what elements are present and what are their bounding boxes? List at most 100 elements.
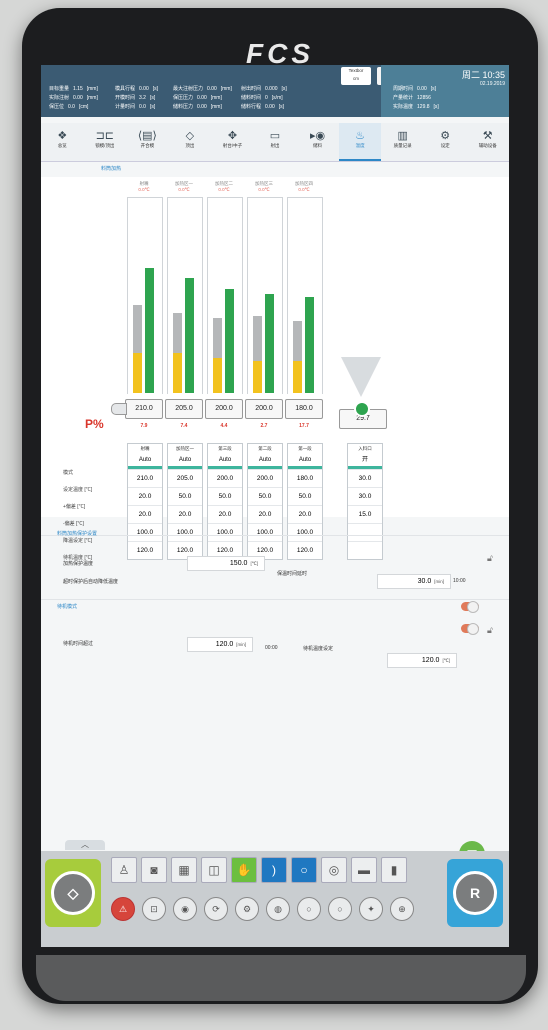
lock-icon[interactable]: 🔓︎ [487,553,493,564]
value-cell[interactable]: 20.0 [208,505,242,523]
mode-select[interactable]: Auto [168,454,202,469]
divider [41,599,509,600]
nav-item-2[interactable]: ⟨▤⟩ 开合模 [126,123,169,161]
control-button-3[interactable]: ⟳ [204,897,228,921]
barrel-segment[interactable]: 200.0 [245,399,283,419]
toolbar-button-7[interactable]: ◎ [321,857,347,883]
nav-item-4[interactable]: ✥ 射台/中子 [211,123,254,161]
toolbar-button-1[interactable]: ◙ [141,857,167,883]
control-button-1[interactable]: ⊡ [142,897,166,921]
nav-item-10[interactable]: ⚒ 辅助设备 [466,123,509,161]
toolbar-button-0[interactable]: ♙ [111,857,137,883]
value-cell[interactable]: 120.0 [128,541,162,559]
control-button-6[interactable]: ○ [297,897,321,921]
status-cell: 实际注射 0.00 [mm] [49,94,98,101]
value-cell[interactable]: 180.0 [288,469,322,487]
value-cell[interactable]: 205.0 [168,469,202,487]
standby-field[interactable]: 120.0 [min] [187,637,253,652]
barrel-segment[interactable]: 180.0 [285,399,323,419]
status-cell: 保压压力 0.00 [mm] [173,94,222,101]
value-cell[interactable]: 20.0 [128,505,162,523]
delay-field[interactable]: 30.0 [min] [377,574,451,589]
status-unit: [cm] [78,104,89,110]
standby-time: 00:00 [265,645,278,651]
value-cell[interactable]: 100.0 [168,523,202,541]
control-button-0[interactable]: ⚠ [111,897,135,921]
control-button-5[interactable]: ◍ [266,897,290,921]
barrel-segment[interactable]: 200.0 [205,399,243,419]
nav-icon: ▥ [397,130,408,142]
value-cell[interactable]: 20.0 [288,505,322,523]
control-button-2[interactable]: ◉ [173,897,197,921]
control-button-8[interactable]: ✦ [359,897,383,921]
value-cell[interactable]: 30.0 [348,487,382,505]
lock-icon[interactable]: 🔓︎ [487,625,493,636]
value-cell[interactable]: 50.0 [208,487,242,505]
control-button-4[interactable]: ⚙ [235,897,259,921]
barrel-segment[interactable]: 210.0 [125,399,163,419]
toolbar-button-8[interactable]: ▬ [351,857,377,883]
nav-item-1[interactable]: ⊐⊏ 锁模/顶出 [84,123,127,161]
nav-item-9[interactable]: ⚙ 设定 [424,123,467,161]
status-cell: 模具行程 0.00 [s] [115,85,158,92]
nav-item-8[interactable]: ▥ 质量记录 [381,123,424,161]
heating-panel: 射嘴 0.0℃ 210.0 7.9 加热区一 0.0℃ 205.0 7.4 加热区二 0.0℃ 20… [41,177,509,561]
value-cell[interactable] [348,541,382,559]
value-cell[interactable]: 100.0 [288,523,322,541]
value-cell[interactable]: 20.0 [248,505,282,523]
mode-select[interactable]: Auto [288,454,322,469]
value-cell[interactable]: 50.0 [168,487,202,505]
nav-item-6[interactable]: ▸◉ 储料 [296,123,339,161]
table-column: 第三段 Auto 200.0 50.0 20.0 100.0 120.0 [207,443,243,560]
clock-time: 周二 10:35 [461,70,505,80]
mode-select[interactable]: Auto [128,454,162,469]
nav-label: 射出 [270,143,280,148]
value-cell[interactable]: 100.0 [248,523,282,541]
nav-item-0[interactable]: ❖ 总览 [41,123,84,161]
nav-item-3[interactable]: ◇ 顶出 [169,123,212,161]
temp-bar-green [305,297,314,393]
temp-bar-yellow [253,361,262,393]
control-button-7[interactable]: ○ [328,897,352,921]
value-cell[interactable]: 100.0 [128,523,162,541]
user-badge[interactable]: Textbor cm [341,67,371,85]
max-temp-field[interactable]: 150.0 [℃] [187,556,265,571]
value-cell[interactable] [348,523,382,541]
mode-select[interactable]: 开 [348,454,382,469]
value-cell[interactable]: 100.0 [208,523,242,541]
value-cell[interactable]: 50.0 [248,487,282,505]
standby-temp-field[interactable]: 120.0 [℃] [387,653,457,668]
mode-select[interactable]: Auto [208,454,242,469]
start-button[interactable]: ◇ [45,859,101,927]
table-column: 第一段 Auto 180.0 50.0 20.0 100.0 120.0 [287,443,323,560]
toolbar-button-3[interactable]: ◫ [201,857,227,883]
mode-select[interactable]: Auto [248,454,282,469]
toolbar-button-9[interactable]: ▮ [381,857,407,883]
chevron-up-icon[interactable]: ︿ [65,840,105,850]
value-cell[interactable]: 200.0 [248,469,282,487]
zone-temp: 0.0℃ [258,187,270,192]
control-button-9[interactable]: ⊕ [390,897,414,921]
main-nav: ❖ 总览 ⊐⊏ 锁模/顶出 ⟨▤⟩ 开合模 ◇ 顶出 ✥ 射台/中子 ▭ 射出 ▸◉ 储料 ♨ 温度 ▥ 质量记录… [41,123,509,162]
value-cell[interactable]: 20.0 [168,505,202,523]
barrel-segment[interactable]: 205.0 [165,399,203,419]
standby-toggle-2[interactable] [461,623,479,635]
toolbar-button-4[interactable]: ✋ [231,857,257,883]
status-unit: [s] [278,104,285,110]
value-cell[interactable]: 15.0 [348,505,382,523]
standby-toggle[interactable] [461,601,479,613]
toolbar-button-2[interactable]: ▦ [171,857,197,883]
reset-button[interactable]: R [447,859,503,927]
value-cell[interactable]: 20.0 [128,487,162,505]
value-cell[interactable]: 120.0 [288,541,322,559]
subtab-barrel-heating[interactable]: 料筒加热 [101,165,121,172]
nav-item-5[interactable]: ▭ 射出 [254,123,297,161]
nav-item-7[interactable]: ♨ 温度 [338,123,382,161]
toolbar-button-5[interactable]: ) [261,857,287,883]
value-cell[interactable]: 50.0 [288,487,322,505]
status-unit: [mm] [210,95,222,101]
value-cell[interactable]: 210.0 [128,469,162,487]
value-cell[interactable]: 200.0 [208,469,242,487]
value-cell[interactable]: 30.0 [348,469,382,487]
toolbar-button-6[interactable]: ○ [291,857,317,883]
